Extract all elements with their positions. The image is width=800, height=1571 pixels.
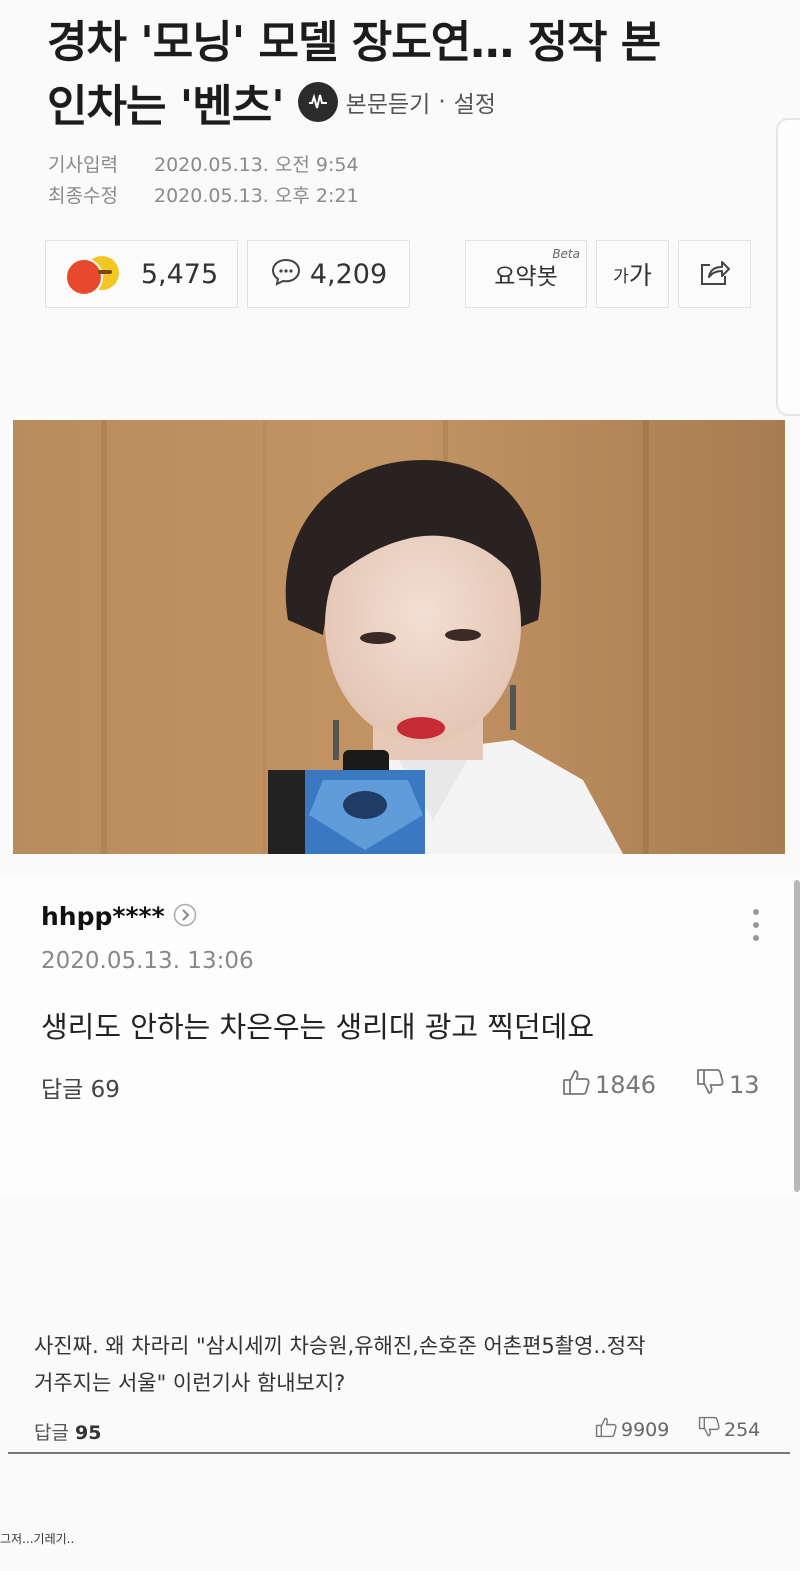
settings-link[interactable]: 설정 (454, 85, 496, 119)
thumbs-up-icon (594, 1416, 618, 1443)
reaction-count: 5,475 (140, 258, 219, 290)
font-size-large-glyph: 가 (628, 261, 652, 290)
thumbs-down-icon (695, 1068, 725, 1102)
comment1-like-count: 1846 (595, 1071, 657, 1099)
share-icon (698, 257, 732, 291)
share-button[interactable] (678, 240, 751, 308)
comment1-dislike-button[interactable]: 13 (695, 1068, 760, 1102)
comment2-like-count: 9909 (621, 1418, 670, 1441)
side-panel-edge (776, 118, 800, 416)
tts-controls: 본문듣기 · 설정 (297, 82, 496, 122)
comment1-nickname[interactable]: hhpp**** (41, 902, 165, 931)
comment1-header: hhpp**** (41, 902, 197, 931)
comment-divider (8, 1452, 790, 1454)
article-title-line2: 인차는 '벤츠' (47, 81, 285, 132)
font-size-button[interactable]: 가가 (596, 240, 669, 308)
article-input-time-row: 기사입력 2020.05.13. 오전 9:54 (48, 150, 359, 177)
edit-time-value: 2020.05.13. 오후 2:21 (154, 185, 359, 207)
tts-separator: · (438, 89, 446, 115)
comment2-dislike-button[interactable]: 254 (697, 1416, 760, 1443)
comment2-dislike-count: 254 (724, 1418, 761, 1441)
beta-badge: Beta (552, 247, 580, 261)
comment-bubble-icon (270, 257, 302, 291)
reaction-emoji-icon (64, 256, 133, 296)
comment2-reply-count: 95 (75, 1422, 102, 1444)
comment2-text-line2: 거주지는 서울" 이런기사 함내보지? (34, 1371, 346, 1395)
comment1-text: 생리도 안하는 차은우는 생리대 광고 찍던데요 (41, 1010, 595, 1044)
comment2-reply-label: 답글 (34, 1422, 69, 1444)
profile-chevron-icon[interactable] (173, 903, 197, 931)
comment1-dislike-count: 13 (729, 1071, 760, 1099)
edit-time-label: 최종수정 (48, 185, 118, 207)
comment-count: 4,209 (309, 258, 388, 290)
reaction-button[interactable]: 5,475 (45, 240, 238, 308)
title-row: 인차는 '벤츠' 본문듣기 · 설정 (47, 70, 496, 134)
input-time-value: 2020.05.13. 오전 9:54 (154, 154, 359, 176)
comment2-like-button[interactable]: 9909 (594, 1416, 669, 1443)
font-size-small-glyph: 가 (613, 266, 629, 287)
summary-bot-label: 요약봇 (494, 264, 558, 290)
article-photo (13, 420, 785, 854)
comment1-reply-button[interactable]: 답글 69 (41, 1070, 120, 1104)
article-edit-time-row: 최종수정 2020.05.13. 오후 2:21 (48, 181, 359, 208)
comment1-date: 2020.05.13. 13:06 (41, 948, 254, 974)
comment-count-button[interactable]: 4,209 (247, 240, 410, 308)
thumbs-down-icon (697, 1416, 721, 1443)
thumbs-up-icon (561, 1068, 591, 1102)
comment2-text-line1: 사진짜. 왜 차라리 "삼시세끼 차승원,유해진,손호준 어촌편5촬영..정작 (34, 1334, 646, 1358)
article-title-line1: 경차 '모닝' 모델 장도연… 정작 본 (47, 17, 661, 68)
summary-bot-button[interactable]: 요약봇 Beta (465, 240, 587, 308)
caption-text: 그저...기레기.. (0, 1532, 75, 1546)
more-options-icon[interactable] (746, 906, 766, 950)
tts-label[interactable]: 본문듣기 (346, 85, 431, 119)
listen-icon[interactable] (297, 82, 338, 122)
comment-card-1: hhpp**** 2020.05.13. 13:06 생리도 안하는 차은우는 … (0, 876, 800, 1196)
input-time-label: 기사입력 (48, 154, 118, 176)
comment1-like-button[interactable]: 1846 (561, 1068, 656, 1102)
scrollbar-thumb[interactable] (794, 880, 800, 1192)
comment2-reply-button[interactable]: 답글 95 (34, 1418, 101, 1445)
